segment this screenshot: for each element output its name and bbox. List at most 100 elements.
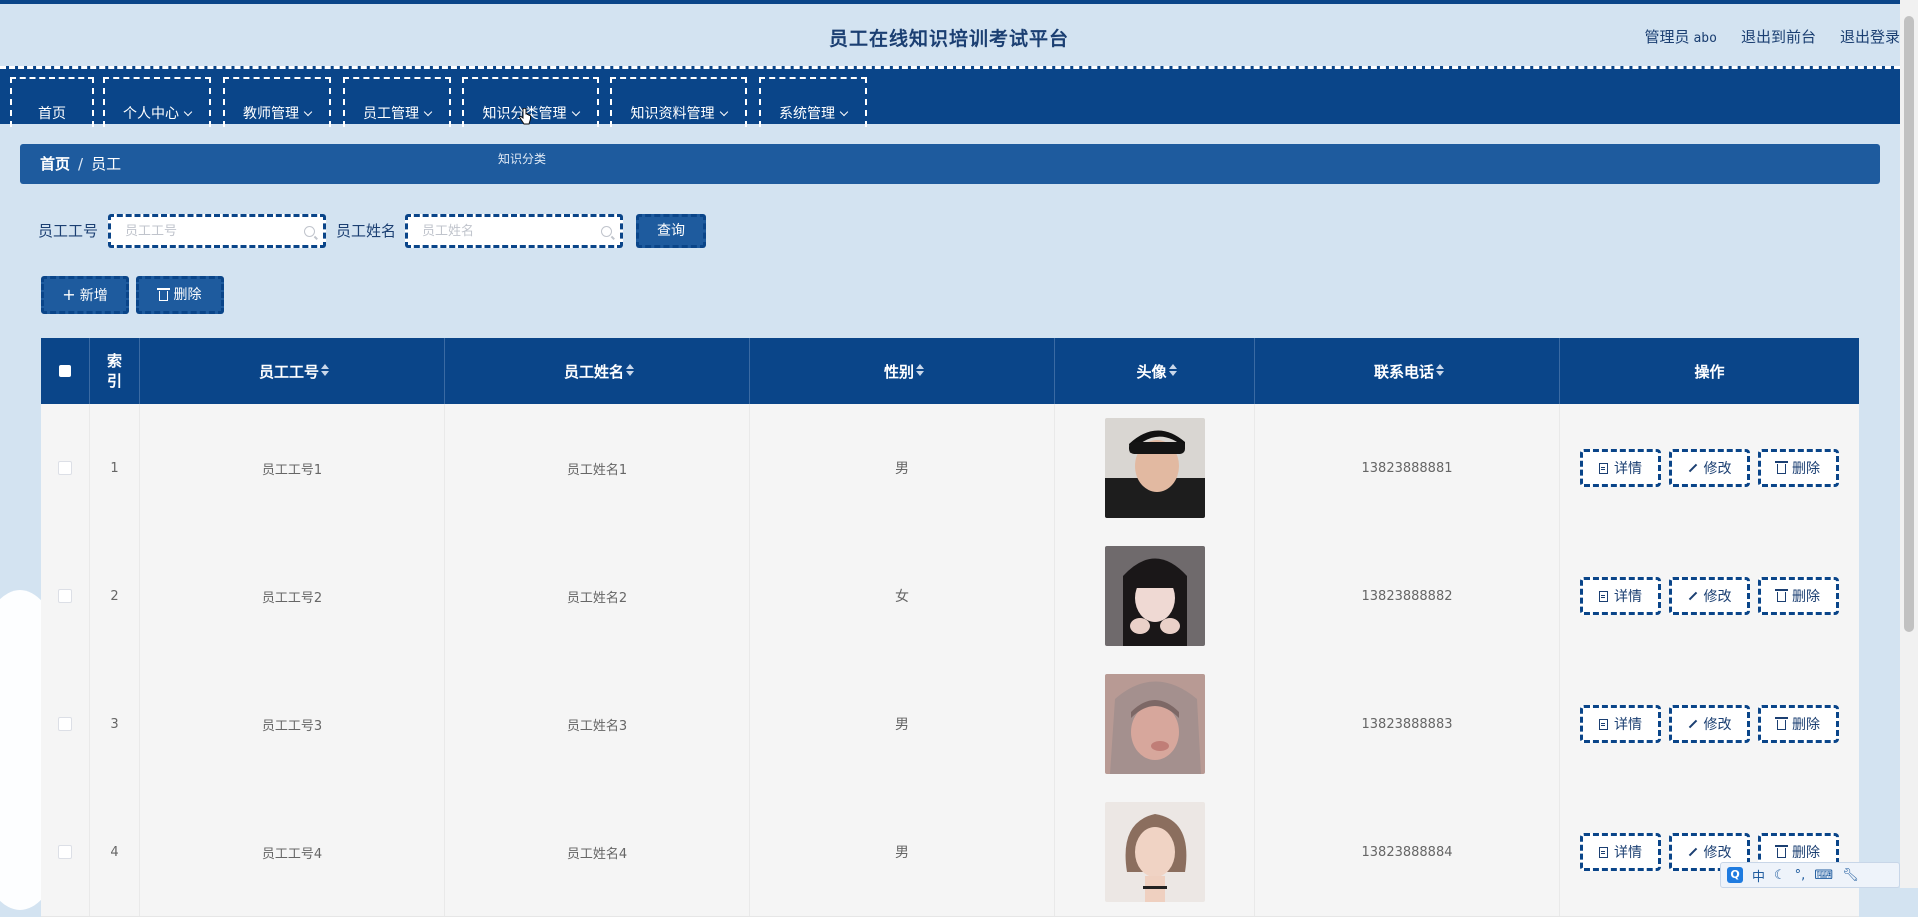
row-checkbox[interactable] xyxy=(58,845,72,859)
plus-icon: + xyxy=(62,285,76,304)
cell-avatar xyxy=(1055,532,1255,660)
edit-button[interactable]: 修改 xyxy=(1669,577,1750,615)
vertical-scrollbar[interactable] xyxy=(1900,0,1918,888)
header-gender[interactable]: 性别 xyxy=(750,338,1055,404)
header-index: 索引 xyxy=(90,338,140,404)
delete-button[interactable]: 删除 xyxy=(1758,705,1839,743)
select-all-checkbox[interactable] xyxy=(59,365,71,377)
wrench-icon[interactable]: 🔧︎ xyxy=(1842,868,1859,883)
exit-to-front-link[interactable]: 退出到前台 xyxy=(1741,26,1816,47)
employee-name-input[interactable] xyxy=(420,222,594,239)
delete-button[interactable]: 删除 xyxy=(1758,577,1839,615)
header-avatar[interactable]: 头像 xyxy=(1055,338,1255,404)
nav-home-label: 首页 xyxy=(38,106,66,122)
employee-id-input[interactable] xyxy=(123,222,297,239)
add-button[interactable]: + 新增 xyxy=(41,276,129,314)
cell-avatar xyxy=(1055,788,1255,916)
row-select-cell xyxy=(41,660,90,788)
chevron-down-icon xyxy=(839,107,849,117)
detail-button[interactable]: 详情 xyxy=(1580,705,1661,743)
delete-button-label: 删除 xyxy=(1792,461,1820,477)
header-phone[interactable]: 联系电话 xyxy=(1255,338,1560,404)
nav-employee-management-label: 员工管理 xyxy=(363,106,419,122)
nav-personal-center[interactable]: 个人中心 xyxy=(103,77,211,127)
trash-icon xyxy=(156,288,170,301)
avatar[interactable] xyxy=(1104,674,1205,774)
cell-ops: 详情 修改 删除 xyxy=(1560,532,1859,660)
logout-link[interactable]: 退出登录 xyxy=(1840,26,1900,47)
edit-button[interactable]: 修改 xyxy=(1669,449,1750,487)
header-phone-label: 联系电话 xyxy=(1373,362,1434,381)
employee-id-label: 员工工号 xyxy=(38,222,99,240)
search-icon xyxy=(601,226,612,237)
header-emp-id[interactable]: 员工工号 xyxy=(140,338,445,404)
dropdown-item-knowledge-category[interactable]: 知识分类 xyxy=(462,146,582,172)
header-actions: 管理员 abo 退出到前台 退出登录 xyxy=(1644,26,1900,47)
row-checkbox[interactable] xyxy=(58,461,72,475)
edit-button-label: 修改 xyxy=(1703,461,1732,477)
cell-gender: 女 xyxy=(750,532,1055,660)
chevron-down-icon xyxy=(183,107,193,117)
detail-button-label: 详情 xyxy=(1614,717,1642,733)
edit-button[interactable]: 修改 xyxy=(1669,705,1750,743)
detail-button[interactable]: 详情 xyxy=(1580,577,1661,615)
avatar[interactable] xyxy=(1104,802,1205,902)
edit-button-label: 修改 xyxy=(1703,589,1732,605)
table-header: 索引 员工工号 员工姓名 性别 头像 联系电话 操作 xyxy=(41,338,1859,404)
hand-cursor-icon xyxy=(519,108,531,125)
detail-button-label: 详情 xyxy=(1614,589,1642,605)
header-gender-label: 性别 xyxy=(883,362,914,381)
row-checkbox[interactable] xyxy=(58,589,72,603)
table-row: 1 员工工号1 员工姓名1 男 13823888881 详情 修改 删除 xyxy=(41,404,1859,533)
query-button-label: 查询 xyxy=(657,223,685,239)
trash-icon xyxy=(1775,589,1788,602)
moon-icon[interactable]: ☾ xyxy=(1774,868,1786,883)
cell-ops: 详情 修改 删除 xyxy=(1560,788,1859,916)
cell-phone: 13823888882 xyxy=(1255,532,1560,660)
document-icon xyxy=(1599,462,1608,474)
cell-index: 1 xyxy=(90,404,140,532)
breadcrumb-home[interactable]: 首页 xyxy=(40,155,70,173)
nav-home[interactable]: 首页 xyxy=(10,77,94,127)
scrollbar-thumb[interactable] xyxy=(1904,16,1914,632)
batch-delete-button[interactable]: 删除 xyxy=(136,276,224,314)
document-icon xyxy=(1599,846,1608,858)
nav-knowledge-material-management[interactable]: 知识资料管理 xyxy=(610,77,747,127)
header-ops: 操作 xyxy=(1560,338,1859,404)
nav-personal-center-label: 个人中心 xyxy=(123,106,179,122)
delete-button-label: 删除 xyxy=(1792,717,1820,733)
cell-emp-name: 员工姓名4 xyxy=(445,788,750,916)
delete-button[interactable]: 删除 xyxy=(1758,449,1839,487)
nav-system-management[interactable]: 系统管理 xyxy=(759,77,867,127)
header-emp-name[interactable]: 员工姓名 xyxy=(445,338,750,404)
query-button[interactable]: 查询 xyxy=(636,214,706,248)
table-row: 2 员工工号2 员工姓名2 女 13823888882 详情 修改 删除 xyxy=(41,532,1859,661)
detail-button[interactable]: 详情 xyxy=(1580,449,1661,487)
detail-button[interactable]: 详情 xyxy=(1580,833,1661,871)
cell-phone: 13823888883 xyxy=(1255,660,1560,788)
avatar[interactable] xyxy=(1104,546,1205,646)
header-emp-name-label: 员工姓名 xyxy=(563,362,624,381)
cell-avatar xyxy=(1055,404,1255,532)
nav-teacher-management[interactable]: 教师管理 xyxy=(223,77,331,127)
row-checkbox[interactable] xyxy=(58,717,72,731)
employee-name-label: 员工姓名 xyxy=(336,222,397,240)
batch-delete-button-label: 删除 xyxy=(173,287,202,303)
row-actions: 详情 修改 删除 xyxy=(1580,449,1839,487)
document-icon xyxy=(1599,590,1608,602)
nav-employee-management[interactable]: 员工管理 xyxy=(343,77,451,127)
chevron-down-icon xyxy=(719,107,728,117)
punctuation-icon[interactable]: °, xyxy=(1795,868,1806,883)
table-row: 3 员工工号3 员工姓名3 男 13823888883 详情 修改 删除 xyxy=(41,660,1859,789)
avatar[interactable] xyxy=(1104,418,1205,518)
main-nav: 首页 个人中心 教师管理 员工管理 知识分类管理 知识资料管理 系统管理 xyxy=(0,66,1900,127)
employee-id-search xyxy=(108,214,326,248)
cell-index: 3 xyxy=(90,660,140,788)
cell-emp-name: 员工姓名3 xyxy=(445,660,750,788)
cell-index: 4 xyxy=(90,788,140,916)
cell-emp-id: 员工工号3 xyxy=(140,660,445,788)
cell-gender: 男 xyxy=(750,660,1055,788)
ime-mode[interactable]: 中 xyxy=(1752,866,1765,885)
employee-name-search xyxy=(405,214,623,248)
keyboard-icon[interactable]: ⌨ xyxy=(1814,868,1833,883)
